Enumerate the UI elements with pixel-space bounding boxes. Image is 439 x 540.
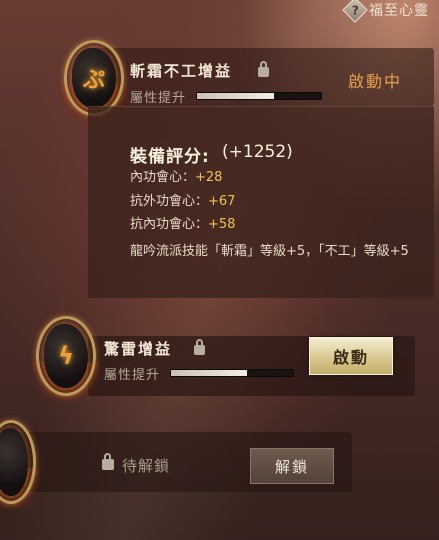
unlock-button[interactable]: 解鎖 bbox=[250, 448, 334, 484]
status-active-label: 啟動中 bbox=[348, 72, 403, 91]
buff-title-2: 驚雷增益 bbox=[104, 340, 173, 358]
lock-icon bbox=[102, 453, 114, 470]
tooltip-stat-row: 內功會心：+28 bbox=[130, 166, 222, 185]
stat-label: 內功會心： bbox=[130, 170, 196, 185]
tooltip-stat-row: 抗內功會心：+58 bbox=[130, 213, 235, 232]
rune-stone-icon: ぷ bbox=[60, 40, 128, 122]
tooltip-score: (+1252) bbox=[222, 142, 293, 162]
stat-value: +58 bbox=[208, 217, 236, 232]
progress-bar-1 bbox=[196, 92, 322, 100]
stat-value: +28 bbox=[195, 170, 223, 185]
tooltip-stat-row: 抗外功會心：+67 bbox=[130, 190, 235, 209]
lightning-rune-icon: ϟ bbox=[32, 316, 100, 402]
lock-open-icon bbox=[258, 61, 269, 77]
progress-fill-2 bbox=[171, 370, 247, 376]
locked-status-label: 待解鎖 bbox=[122, 457, 171, 475]
help-link[interactable]: ? 福至心靈 bbox=[342, 0, 429, 23]
help-link-label[interactable]: 福至心靈 bbox=[369, 0, 429, 20]
buff-sublabel-2: 屬性提升 bbox=[104, 368, 161, 383]
stat-label: 抗內功會心： bbox=[130, 217, 209, 232]
tooltip-title: 裝備評分: bbox=[130, 147, 210, 167]
lock-icon bbox=[194, 339, 205, 355]
diamond-question-icon[interactable]: ? bbox=[342, 0, 368, 23]
progress-bar-2 bbox=[170, 369, 294, 377]
progress-fill-1 bbox=[197, 93, 274, 99]
buff-sublabel-1: 屬性提升 bbox=[130, 91, 187, 106]
buff-title-1: 斬霜不工增益 bbox=[130, 62, 233, 80]
stat-label: 抗外功會心： bbox=[130, 194, 209, 209]
stat-value: +67 bbox=[208, 194, 236, 209]
activate-button[interactable]: 啟動 bbox=[309, 337, 393, 375]
tooltip-description: 龍吟流派技能「斬霜」等級+5，「不工」等級+5 bbox=[130, 244, 409, 259]
